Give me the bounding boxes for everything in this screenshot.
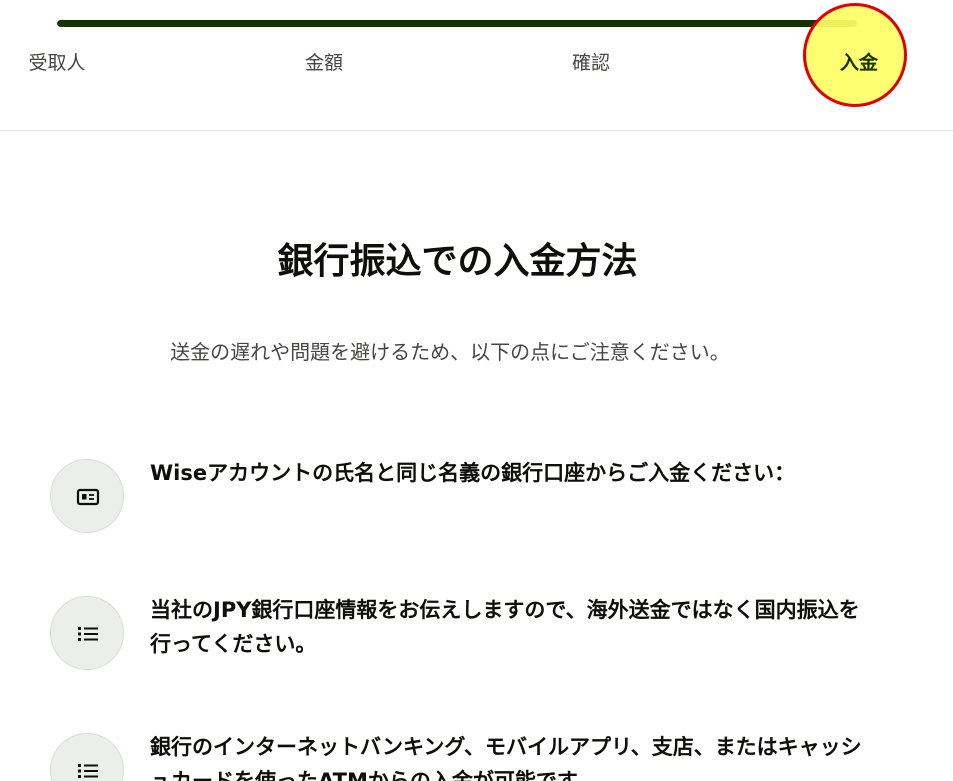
page: 受取人 金額 確認 入金 銀行振込での入金方法 送金の遅れや問題を避けるため、以… [0,0,953,781]
page-subtitle: 送金の遅れや問題を避けるため、以下の点にご注意ください。 [170,340,730,364]
progress-stepper: 受取人 金額 確認 入金 [0,0,953,131]
instruction-text: Wiseアカウントの氏名と同じ名義の銀行口座からご入金ください： [150,461,796,485]
list-icon [50,596,124,670]
step-amount[interactable]: 金額 [305,48,343,75]
page-title: 銀行振込での入金方法 [277,241,638,282]
instruction-text: 当社のJPY銀行口座情報をお伝えしますので、海外送金ではなく国内振込を行ってくだ… [150,598,860,656]
progress-track [57,20,857,27]
step-payment[interactable]: 入金 [840,48,878,75]
progress-fill [57,20,857,27]
step-recipient[interactable]: 受取人 [28,48,85,75]
list-icon [50,733,124,781]
id-card-icon [50,459,124,533]
step-review[interactable]: 確認 [572,48,610,75]
instruction-text: 銀行のインターネットバンキング、モバイルアプリ、支店、またはキャッシュカードを使… [150,735,862,781]
